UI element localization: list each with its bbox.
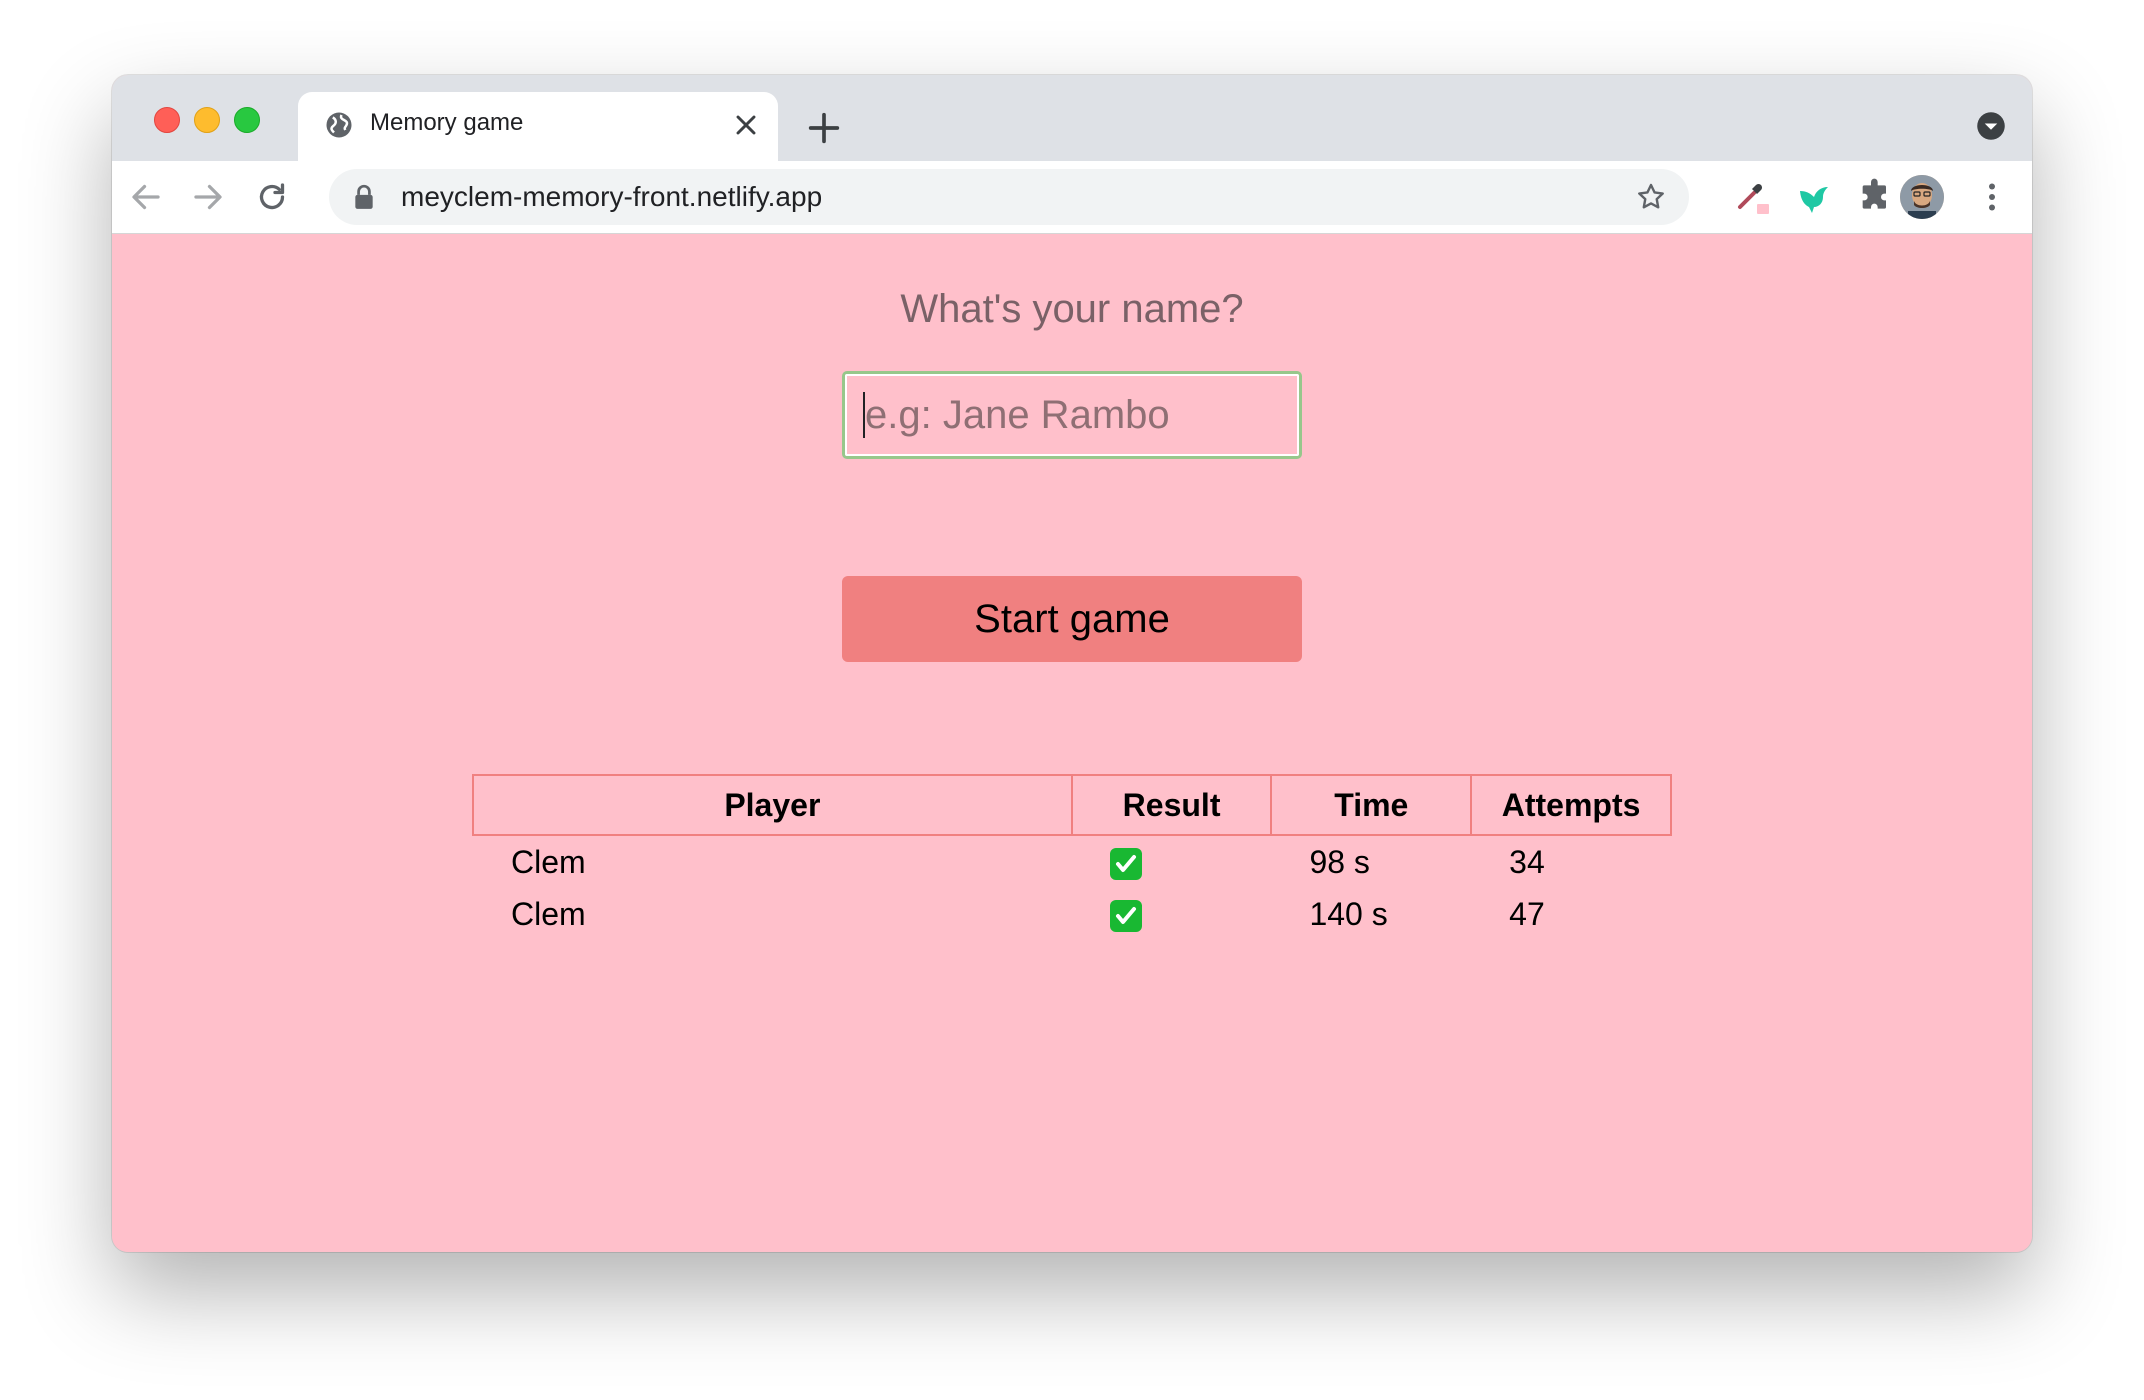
minimize-window-button[interactable] <box>194 107 220 133</box>
check-mark-icon <box>1109 848 1142 881</box>
text-caret <box>863 392 865 438</box>
attempts-cell: 47 <box>1509 895 1545 932</box>
tab-title: Memory game <box>370 109 524 136</box>
forward-arrow-icon[interactable] <box>190 179 226 215</box>
browser-window: Memory game meyclem-memory-front.netlify… <box>112 75 2032 1252</box>
scores-table: Player Result Time Attempts Clem 98 s 34 <box>472 774 1672 940</box>
column-header-time: Time <box>1270 774 1473 836</box>
browser-toolbar: meyclem-memory-front.netlify.app <box>112 161 2032 234</box>
tab-search-icon[interactable] <box>1976 111 2006 141</box>
page-content: What's your name? Start game Player Resu… <box>112 234 2032 1252</box>
extensions-puzzle-icon[interactable] <box>1856 177 1896 217</box>
new-tab-icon[interactable] <box>804 108 844 148</box>
result-cell <box>1072 835 1272 888</box>
start-game-button[interactable]: Start game <box>842 576 1302 662</box>
bird-extension-icon[interactable] <box>1794 177 1834 217</box>
name-prompt: What's your name? <box>900 287 1244 331</box>
tab-strip: Memory game <box>112 75 2032 161</box>
more-options-icon[interactable] <box>1974 179 2010 215</box>
back-arrow-icon[interactable] <box>128 179 164 215</box>
close-window-button[interactable] <box>154 107 180 133</box>
address-bar[interactable]: meyclem-memory-front.netlify.app <box>329 169 1689 225</box>
globe-icon <box>326 112 352 138</box>
attempts-cell: 34 <box>1509 843 1545 880</box>
player-name-input[interactable] <box>842 371 1302 459</box>
tab-memory-game[interactable]: Memory game <box>298 92 778 161</box>
table-row: Clem 98 s 34 <box>473 835 1671 888</box>
maximize-window-button[interactable] <box>234 107 260 133</box>
time-cell: 98 s <box>1309 843 1370 880</box>
url-text[interactable]: meyclem-memory-front.netlify.app <box>401 181 822 213</box>
column-header-result: Result <box>1070 774 1273 836</box>
time-cell: 140 s <box>1309 895 1388 932</box>
result-cell <box>1072 888 1272 940</box>
table-row: Clem 140 s 47 <box>473 888 1671 940</box>
bookmark-star-icon[interactable] <box>1635 181 1667 213</box>
column-header-player: Player <box>472 774 1073 836</box>
player-cell: Clem <box>511 895 586 932</box>
color-picker-extension-icon[interactable] <box>1732 177 1772 217</box>
player-cell: Clem <box>511 843 586 880</box>
check-mark-icon <box>1109 900 1142 933</box>
table-header-row: Player Result Time Attempts <box>472 774 1672 836</box>
profile-avatar[interactable] <box>1900 175 1944 219</box>
lock-icon[interactable] <box>353 184 375 210</box>
avatar-icon <box>1900 175 1944 219</box>
column-header-attempts: Attempts <box>1470 774 1672 836</box>
close-tab-icon[interactable] <box>730 109 762 141</box>
reload-icon[interactable] <box>254 179 290 215</box>
